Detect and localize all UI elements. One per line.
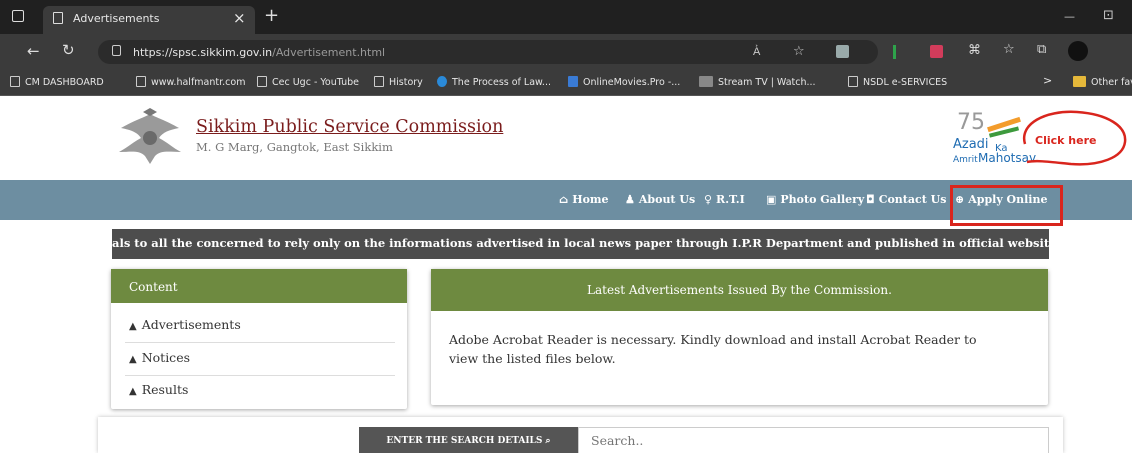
address-bar[interactable]: https://spsc.sikkim.gov.in/Advertisement… xyxy=(98,40,878,64)
notice-ticker: als to all the concerned to rely only on… xyxy=(112,229,1049,259)
tv-icon xyxy=(699,76,713,87)
collections-icon[interactable]: ⧉ xyxy=(1037,43,1046,57)
content-item-results[interactable]: ▲ Results xyxy=(129,382,188,397)
extension-icon[interactable] xyxy=(836,45,849,58)
nav-rti[interactable]: ♀ R.T.I xyxy=(704,193,745,206)
bookmark-item[interactable]: OnlineMovies.Pro -... xyxy=(568,76,680,88)
url-path: /Advertisement.html xyxy=(272,46,386,59)
read-aloud-icon[interactable]: A͐ xyxy=(753,45,760,58)
nav-about-us[interactable]: ♟ About Us xyxy=(625,193,695,206)
browser-tab-bar: Advertisements × + — ⊡ xyxy=(0,0,1132,34)
extensions-puzzle-icon[interactable]: ⌘ xyxy=(968,44,981,58)
bookmark-item[interactable]: Stream TV | Watch... xyxy=(699,76,816,88)
new-tab-button[interactable]: + xyxy=(264,5,279,26)
page-icon xyxy=(136,76,146,87)
page-icon xyxy=(848,76,858,87)
users-icon: ♟ xyxy=(625,193,635,206)
favorites-icon[interactable]: ☆ xyxy=(1003,43,1015,57)
url-host: https://spsc.sikkim.gov.in xyxy=(133,46,273,59)
bookmark-item[interactable]: www.halfmantr.com xyxy=(136,76,245,88)
folder-icon xyxy=(1073,76,1086,87)
tab-title: Advertisements xyxy=(73,12,160,25)
triangle-icon: ▲ xyxy=(129,321,137,332)
lock-icon[interactable] xyxy=(112,45,121,56)
search-icon: ⌕ xyxy=(545,436,551,446)
latest-advertisements-heading: Latest Advertisements Issued By the Comm… xyxy=(431,269,1048,311)
search-input[interactable] xyxy=(578,427,1049,453)
content-item-notices[interactable]: ▲ Notices xyxy=(129,350,190,365)
bookmark-item[interactable]: NSDL e-SERVICES xyxy=(848,76,947,88)
page-icon xyxy=(374,76,384,87)
content-panel: Content ▲ Advertisements ▲ Notices ▲ Result… xyxy=(111,269,407,409)
content-panel-heading: Content xyxy=(111,269,407,303)
restore-icon[interactable]: ⊡ xyxy=(1103,8,1114,23)
web-page: Sikkim Public Service Commission M. G Ma… xyxy=(0,97,1132,453)
contact-icon: ◘ xyxy=(866,193,875,206)
refresh-icon[interactable]: ↻ xyxy=(62,43,75,58)
latest-advertisements-panel: Latest Advertisements Issued By the Comm… xyxy=(431,269,1048,405)
close-icon[interactable]: × xyxy=(233,9,246,27)
nav-photo-gallery[interactable]: ▣ Photo Gallery xyxy=(766,193,864,206)
award-icon: ♀ xyxy=(704,193,713,206)
state-emblem-icon xyxy=(119,108,181,164)
back-arrow-icon[interactable]: ← xyxy=(27,44,40,59)
triangle-icon: ▲ xyxy=(129,386,137,397)
profile-avatar[interactable] xyxy=(1068,41,1088,61)
page-icon xyxy=(53,12,63,24)
search-details-button[interactable]: ENTER THE SEARCH DETAILS ⌕ xyxy=(359,427,578,453)
bookmarks-bar: CM DASHBOARD www.halfmantr.com Cec Ugc -… xyxy=(0,70,1132,96)
image-icon: ▣ xyxy=(766,193,777,206)
site-title-link[interactable]: Sikkim Public Service Commission xyxy=(196,117,503,137)
site-address: M. G Marg, Gangtok, East Sikkim xyxy=(196,140,393,154)
key-extension-icon[interactable] xyxy=(893,45,903,59)
click-here-annotation: Click here xyxy=(1035,134,1097,147)
bookmark-item[interactable]: CM DASHBOARD xyxy=(10,76,104,88)
movie-icon xyxy=(568,76,578,87)
bookmarks-overflow-button[interactable]: > xyxy=(1043,74,1052,87)
page-icon xyxy=(257,76,267,87)
other-favorites-folder[interactable]: Other favo xyxy=(1073,76,1132,88)
favorite-star-icon[interactable]: ☆ xyxy=(793,44,805,59)
nav-contact-us[interactable]: ◘ Contact Us xyxy=(866,193,946,206)
content-item-advertisements[interactable]: ▲ Advertisements xyxy=(129,317,241,332)
annotation-highlight-box xyxy=(950,185,1063,226)
bookmark-item[interactable]: History xyxy=(374,76,423,88)
nav-home[interactable]: ⌂ Home xyxy=(559,193,609,206)
bookmark-item[interactable]: Cec Ugc - YouTube xyxy=(257,76,359,88)
bookmark-item[interactable]: The Process of Law... xyxy=(437,76,551,88)
globe-icon xyxy=(437,76,447,87)
tab-advertisements[interactable]: Advertisements × xyxy=(43,6,255,34)
pocket-icon[interactable] xyxy=(930,45,943,58)
acrobat-notice: Adobe Acrobat Reader is necessary. Kindl… xyxy=(449,332,977,366)
address-toolbar: ← ↻ https://spsc.sikkim.gov.in/Advertise… xyxy=(0,34,1132,70)
home-icon: ⌂ xyxy=(559,193,569,206)
tab-actions-icon[interactable] xyxy=(12,10,24,22)
minimize-icon[interactable]: — xyxy=(1064,10,1075,23)
page-icon xyxy=(10,76,20,87)
triangle-icon: ▲ xyxy=(129,354,137,365)
